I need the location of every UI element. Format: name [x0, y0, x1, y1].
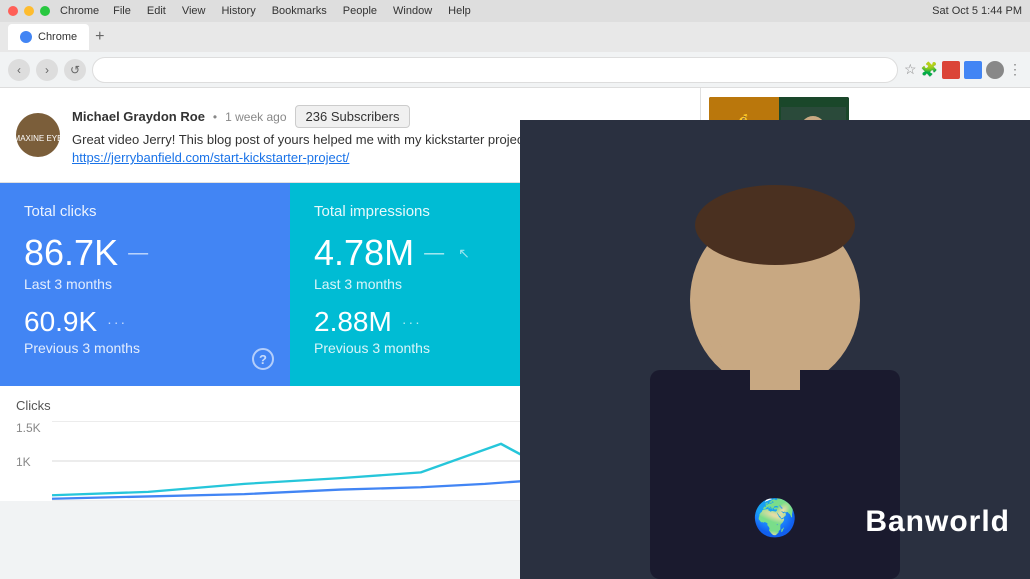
brand-text: Banworld	[865, 505, 1010, 539]
minimize-button[interactable]	[24, 6, 34, 16]
chart-y-val-2: 1K	[16, 455, 52, 469]
menu-edit[interactable]: Edit	[147, 5, 166, 17]
clicks-help-icon[interactable]: ?	[252, 348, 274, 370]
video-overlay: Banworld 🌍	[520, 120, 1030, 579]
bookmark-icon[interactable]: ☆	[904, 61, 917, 78]
comment-author: Michael Graydon Roe	[72, 109, 205, 124]
chart-y-val-1: 1.5K	[16, 421, 52, 435]
menu-dots-icon[interactable]: ⋮	[1008, 61, 1022, 78]
address-bar-icons: ☆ 🧩 ⋮	[904, 61, 1022, 79]
impressions-prev-value: 2.88M	[314, 306, 392, 338]
menu-view[interactable]: View	[182, 5, 206, 17]
person-background: Banworld 🌍	[520, 120, 1030, 579]
new-tab-button[interactable]: +	[95, 28, 104, 46]
back-button[interactable]: ‹	[8, 59, 30, 81]
clicks-dash: —	[128, 242, 148, 265]
clicks-triple-dash: ···	[107, 314, 127, 330]
tab-favicon	[20, 31, 32, 43]
menu-file[interactable]: File	[113, 5, 131, 17]
menu-window[interactable]: Window	[393, 5, 432, 17]
avatar: MAXINE EYE	[16, 113, 60, 157]
fullscreen-button[interactable]	[40, 6, 50, 16]
cursor-indicator: ↖	[458, 245, 470, 262]
total-clicks-card: Total clicks 86.7K — Last 3 months 60.9K…	[0, 183, 290, 386]
menu-history[interactable]: History	[221, 5, 255, 17]
comment-time: 1 week ago	[225, 110, 286, 124]
browser-app-label: Chrome	[60, 5, 99, 17]
clicks-prev-value: 60.9K	[24, 306, 97, 338]
menu-help[interactable]: Help	[448, 5, 471, 17]
chrome-icon[interactable]	[964, 61, 982, 79]
forward-button[interactable]: ›	[36, 59, 58, 81]
separator: •	[213, 110, 217, 124]
refresh-button[interactable]: ↺	[64, 59, 86, 81]
menu-people[interactable]: People	[343, 5, 377, 17]
address-input[interactable]	[92, 57, 898, 83]
system-time: Sat Oct 5 1:44 PM	[932, 5, 1022, 17]
clicks-value: 86.7K	[24, 232, 118, 274]
profile-icon[interactable]	[986, 61, 1004, 79]
active-tab[interactable]: Chrome	[8, 24, 89, 50]
address-bar-row: ‹ › ↺ ☆ 🧩 ⋮	[0, 52, 1030, 88]
youtube-icon[interactable]	[942, 61, 960, 79]
globe-icon: 🌍	[753, 497, 798, 539]
close-button[interactable]	[8, 6, 18, 16]
svg-text:MAXINE EYE: MAXINE EYE	[16, 134, 60, 143]
browser-chrome-bar: Chrome File Edit View History Bookmarks …	[0, 0, 1030, 22]
menu-bookmarks[interactable]: Bookmarks	[272, 5, 327, 17]
clicks-period: Last 3 months	[24, 276, 266, 292]
tab-label: Chrome	[38, 31, 77, 43]
impressions-dash: —	[424, 242, 444, 265]
clicks-label: Total clicks	[24, 203, 266, 220]
tab-bar: Chrome +	[0, 22, 1030, 52]
extensions-icon[interactable]: 🧩	[921, 61, 938, 78]
chart-y-axis: 1.5K 1K	[16, 421, 52, 469]
subscribers-badge: 236 Subscribers	[295, 105, 411, 128]
clicks-primary-value: 86.7K —	[24, 232, 266, 274]
clicks-prev-period: Previous 3 months	[24, 340, 266, 356]
impressions-triple-dash: ···	[402, 314, 422, 330]
clicks-secondary-value: 60.9K ···	[24, 306, 266, 338]
impressions-value: 4.78M	[314, 232, 414, 274]
